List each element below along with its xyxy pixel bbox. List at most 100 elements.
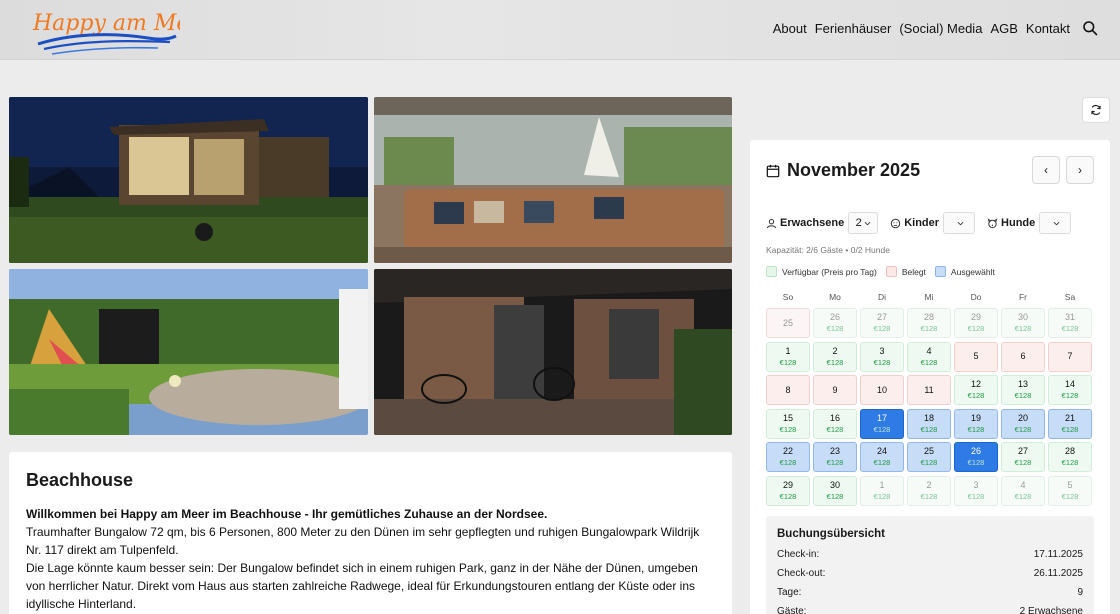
adults-select[interactable]: 2 — [848, 212, 879, 234]
child-icon — [890, 218, 901, 228]
calendar-day[interactable]: 29 €128 — [954, 308, 998, 338]
calendar-day[interactable]: 22 €128 — [766, 442, 810, 472]
calendar-day[interactable]: 28 €128 — [907, 308, 951, 338]
calendar-day[interactable]: 16 €128 — [813, 408, 857, 439]
day-number: 1 — [879, 479, 885, 490]
next-month-button[interactable]: › — [1066, 156, 1094, 184]
calendar-day[interactable]: 4 €128 — [1001, 475, 1045, 506]
calendar-day[interactable]: 1 €128 — [860, 475, 904, 506]
calendar-day[interactable]: 29 €128 — [766, 475, 810, 506]
logo-text: Happy am Meer — [32, 11, 180, 36]
day-price: €128 — [967, 324, 985, 333]
chevron-down-icon — [864, 221, 871, 225]
day-price: €128 — [967, 391, 985, 400]
nav-agb[interactable]: AGB — [990, 21, 1017, 36]
day-price: €128 — [920, 491, 938, 501]
dogs-select[interactable] — [1039, 212, 1072, 234]
day-price: €128 — [873, 424, 891, 434]
calendar-day[interactable]: 26 €128 — [954, 442, 998, 472]
calendar-day[interactable]: 19 €128 — [954, 408, 998, 439]
calendar-day[interactable]: 25 €128 — [907, 442, 951, 472]
calendar-day[interactable]: 26 €128 — [813, 308, 857, 338]
nav-about[interactable]: About — [773, 21, 807, 36]
calendar-day: 25 — [766, 308, 810, 338]
nav-kontakt[interactable]: Kontakt — [1026, 21, 1070, 36]
weekday-label: Di — [877, 292, 887, 302]
calendar-day[interactable]: 20 €128 — [1001, 408, 1045, 439]
day-price: €128 — [1014, 324, 1032, 333]
calendar-day[interactable]: 4 €128 — [907, 341, 951, 372]
search-icon[interactable] — [1082, 20, 1098, 36]
day-number: 11 — [924, 384, 934, 395]
calendar-day: 8 — [766, 375, 810, 405]
calendar-day[interactable]: 30 €128 — [813, 475, 857, 506]
calendar-day[interactable]: 5 €128 — [1048, 475, 1092, 506]
day-number: 14 — [1064, 379, 1075, 389]
description-paragraph-1: Traumhafter Bungalow 72 qm, bis 6 Person… — [26, 525, 700, 557]
calendar-day[interactable]: 2 €128 — [907, 475, 951, 506]
calendar-day[interactable]: 27 €128 — [1001, 442, 1045, 472]
calendar-day[interactable]: 28 €128 — [1048, 442, 1092, 472]
day-number: 27 — [1017, 446, 1028, 456]
day-price: €128 — [1061, 458, 1079, 467]
capacity-info: Kapazität: 2/6 Gäste • 0/2 Hunde — [766, 245, 890, 255]
chevron-down-icon — [1053, 221, 1060, 225]
day-number: 17 — [876, 412, 887, 423]
nav-social-media[interactable]: (Social) Media — [899, 21, 982, 36]
calendar-day[interactable]: 2 €128 — [813, 341, 857, 372]
user-icon — [766, 218, 777, 228]
gallery-photo-garden-day[interactable] — [9, 269, 368, 435]
calendar-day: 5 — [954, 341, 998, 372]
calendar-day[interactable]: 31 €128 — [1048, 308, 1092, 338]
calendar-day[interactable]: 13 €128 — [1001, 375, 1045, 405]
day-number: 30 — [829, 479, 840, 490]
day-number: 10 — [876, 384, 887, 395]
calendar-day[interactable]: 27 €128 — [860, 308, 904, 338]
site-logo[interactable]: Happy am Meer — [30, 4, 214, 56]
calendar-day[interactable]: 23 €128 — [813, 442, 857, 472]
day-number: 3 — [973, 479, 979, 490]
day-price: €128 — [1014, 458, 1032, 467]
calendar-day[interactable]: 3 €128 — [954, 475, 998, 506]
summary-row-days: Tage: 9 — [777, 587, 1083, 598]
day-price: €128 — [873, 458, 891, 467]
day-number: 12 — [970, 379, 981, 389]
calendar-day[interactable]: 1 €128 — [766, 341, 810, 372]
property-title: Beachhouse — [26, 470, 134, 490]
day-number: 26 — [829, 312, 840, 322]
calendar-day: 9 — [813, 375, 857, 405]
day-number: 19 — [970, 412, 981, 423]
day-number: 13 — [1017, 379, 1028, 389]
day-price: €128 — [1014, 391, 1032, 400]
day-price: €128 — [826, 324, 844, 333]
day-number: 1 — [785, 345, 791, 356]
calendar-day[interactable]: 12 €128 — [954, 375, 998, 405]
calendar-day[interactable]: 21 €128 — [1048, 408, 1092, 439]
gallery-photo-veranda-sofa[interactable] — [374, 97, 732, 263]
day-number: 22 — [782, 446, 793, 456]
day-number: 30 — [1017, 312, 1028, 322]
calendar-day[interactable]: 3 €128 — [860, 341, 904, 372]
gallery-photo-garden-night[interactable] — [9, 97, 368, 263]
chevron-left-icon: ‹ — [1044, 163, 1048, 177]
children-select[interactable] — [943, 212, 976, 234]
nav-ferienhaeuser[interactable]: Ferienhäuser — [815, 21, 892, 36]
calendar-day[interactable]: 15 €128 — [766, 408, 810, 439]
summary-row-checkin: Check-in: 17.11.2025 — [777, 549, 1083, 560]
prev-month-button[interactable]: ‹ — [1032, 156, 1060, 184]
adults-label: Erwachsene — [766, 217, 844, 229]
day-number: 20 — [1017, 412, 1028, 423]
day-price: €128 — [826, 458, 844, 467]
day-price: €128 — [873, 491, 891, 501]
weekday-label: Sa — [1064, 292, 1076, 302]
calendar-day[interactable]: 24 €128 — [860, 442, 904, 472]
refresh-button[interactable] — [1082, 97, 1110, 123]
calendar-day[interactable]: 30 €128 — [1001, 308, 1045, 338]
calendar-legend: Verfügbar (Preis pro Tag) Belegt Ausgewä… — [766, 266, 995, 277]
gallery-photo-house-evening[interactable] — [374, 269, 732, 435]
calendar-day[interactable]: 17 €128 — [860, 408, 904, 439]
calendar-day[interactable]: 18 €128 — [907, 408, 951, 439]
calendar-day[interactable]: 14 €128 — [1048, 375, 1092, 405]
day-number: 29 — [782, 479, 793, 490]
day-number: 29 — [970, 312, 981, 322]
